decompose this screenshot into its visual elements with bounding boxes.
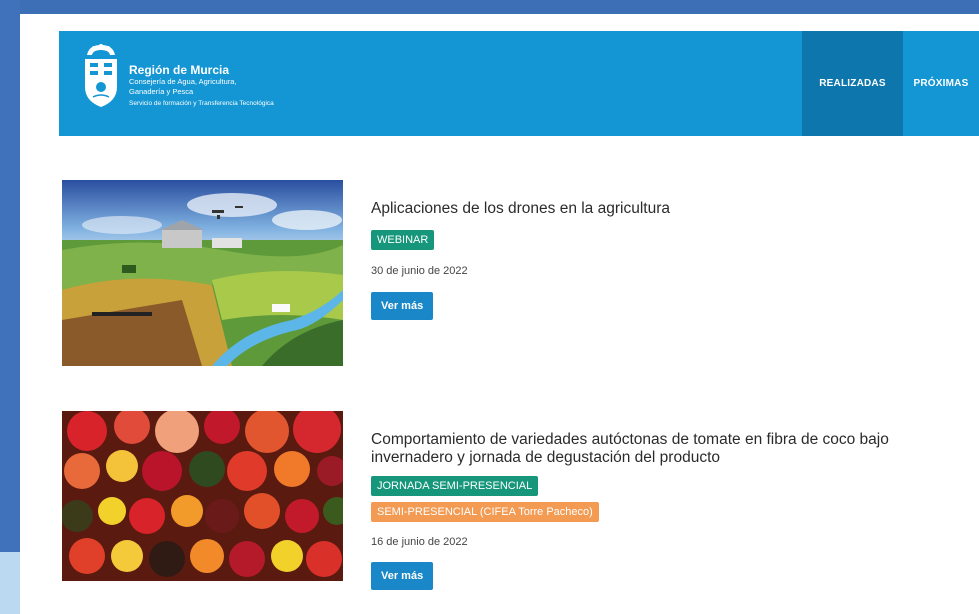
- brand-department-line2: Ganadería y Pesca: [129, 87, 194, 96]
- main-nav: REALIZADAS PRÓXIMAS: [802, 31, 979, 136]
- drones-farm-illustration: [62, 180, 343, 366]
- brand-department-line1: Consejería de Agua, Agricultura,: [129, 77, 237, 86]
- frame-left: [0, 0, 20, 614]
- event-image-tomatoes[interactable]: [62, 411, 343, 581]
- frame-top: [0, 0, 979, 14]
- event-info: Comportamiento de variedades autóctonas …: [371, 411, 961, 590]
- page: Región de Murcia Consejería de Agua, Agr…: [20, 14, 979, 614]
- brand-title: Región de Murcia: [129, 63, 230, 77]
- brand-service: Servicio de formación y Transferencia Te…: [129, 100, 274, 107]
- ver-mas-button[interactable]: Ver más: [371, 562, 434, 590]
- nav-realizadas[interactable]: REALIZADAS: [802, 31, 903, 136]
- event-title[interactable]: Aplicaciones de los drones en la agricul…: [371, 200, 961, 218]
- event-card: Comportamiento de variedades autóctonas …: [62, 411, 962, 614]
- nav-proximas[interactable]: PRÓXIMAS: [903, 31, 979, 136]
- event-date: 30 de junio de 2022: [371, 265, 468, 277]
- event-title[interactable]: Comportamiento de variedades autóctonas …: [371, 431, 961, 467]
- event-badge-location: SEMI-PRESENCIAL (CIFEA Torre Pacheco): [371, 502, 599, 522]
- event-badge-jornada: JORNADA SEMI-PRESENCIAL: [371, 476, 539, 496]
- tomatoes-photo: [62, 411, 343, 581]
- region-murcia-coat-of-arms-icon[interactable]: [79, 41, 123, 121]
- event-date: 16 de junio de 2022: [371, 536, 468, 548]
- event-badge-webinar: WEBINAR: [371, 230, 435, 250]
- ver-mas-button[interactable]: Ver más: [371, 292, 434, 320]
- site-header: Región de Murcia Consejería de Agua, Agr…: [59, 31, 979, 136]
- brand[interactable]: Región de Murcia Consejería de Agua, Agr…: [129, 63, 274, 109]
- event-card: Aplicaciones de los drones en la agricul…: [62, 180, 962, 366]
- event-image-drones[interactable]: [62, 180, 343, 366]
- event-info: Aplicaciones de los drones en la agricul…: [371, 180, 961, 320]
